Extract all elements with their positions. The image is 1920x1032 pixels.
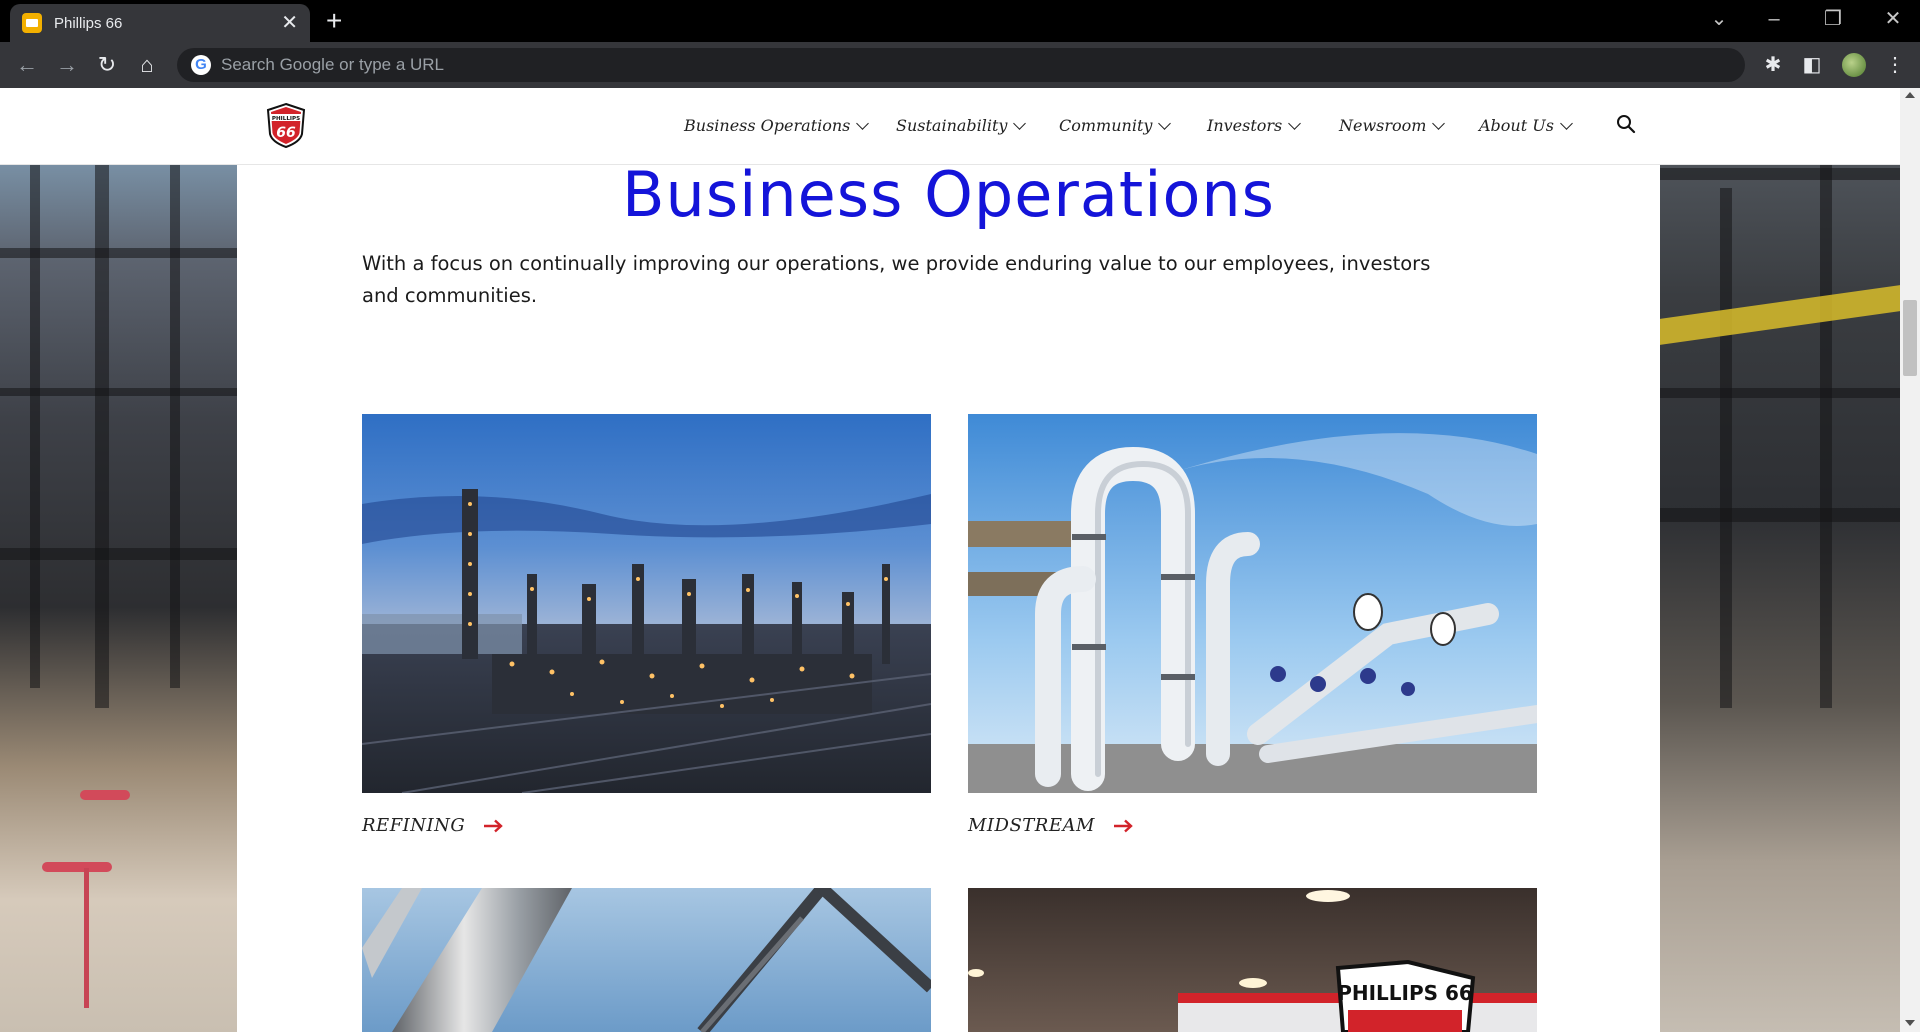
background-photo-left: [0, 88, 237, 1032]
chevron-down-icon: [1288, 116, 1302, 130]
back-icon[interactable]: ←: [12, 50, 42, 80]
nav-label: Investors: [1207, 116, 1283, 135]
refining-link[interactable]: REFINING: [362, 815, 504, 836]
restore-icon[interactable]: ❐: [1818, 6, 1848, 32]
intro-paragraph: With a focus on continually improving ou…: [362, 252, 1431, 307]
midstream-link[interactable]: MIDSTREAM: [968, 815, 1133, 836]
omnibox-placeholder: Search Google or type a URL: [221, 55, 445, 74]
refining-label: REFINING: [362, 815, 466, 836]
browser-toolbar: ← → ↻ ⌂ G Search Google or type a URL ✱ …: [0, 42, 1920, 88]
minimize-icon[interactable]: –: [1759, 6, 1789, 32]
station-sign-text: PHILLIPS 66: [1337, 981, 1473, 1005]
nav-community[interactable]: Community: [1059, 116, 1172, 135]
tab-favicon-icon: [22, 13, 42, 33]
forward-icon[interactable]: →: [52, 50, 82, 80]
svg-text:PHILLIPS: PHILLIPS: [272, 116, 300, 122]
new-tab-icon[interactable]: +: [326, 7, 342, 35]
google-icon: G: [191, 55, 211, 75]
browser-tabbar: Phillips 66 ✕ + ⌄ – ❐ ✕: [0, 0, 1920, 42]
nav-about-us[interactable]: About Us: [1479, 116, 1573, 135]
chevron-down-icon: [1158, 116, 1172, 130]
marketing-image[interactable]: PHILLIPS 66: [968, 888, 1537, 1032]
nav-label: Business Operations: [684, 116, 851, 135]
page-viewport: PHILLIPS 66 Business Operations Sustaina…: [0, 88, 1900, 1032]
site-header: PHILLIPS 66 Business Operations Sustaina…: [0, 88, 1900, 165]
phillips66-logo[interactable]: PHILLIPS 66: [263, 102, 309, 148]
scroll-up-arrow-icon[interactable]: [1905, 92, 1915, 98]
tab-search-chevron-icon[interactable]: ⌄: [1704, 6, 1734, 32]
close-window-icon[interactable]: ✕: [1878, 6, 1908, 32]
page-title: Business Operations: [622, 158, 1275, 231]
browser-tab[interactable]: Phillips 66 ✕: [10, 4, 310, 42]
arrow-right-icon: [1113, 819, 1133, 832]
reload-icon[interactable]: ↻: [92, 50, 122, 80]
page-scrollbar[interactable]: [1900, 88, 1920, 1032]
nav-label: Newsroom: [1339, 116, 1427, 135]
search-icon[interactable]: [1616, 114, 1636, 134]
midstream-image[interactable]: [968, 414, 1537, 793]
svg-text:66: 66: [276, 125, 296, 141]
extensions-icon[interactable]: ✱: [1760, 52, 1786, 78]
tab-title: Phillips 66: [54, 14, 123, 32]
omnibox[interactable]: G Search Google or type a URL: [177, 48, 1745, 82]
chevron-down-icon: [856, 116, 870, 130]
arrow-right-icon: [484, 819, 504, 832]
nav-investors[interactable]: Investors: [1207, 116, 1302, 135]
nav-label: About Us: [1479, 116, 1554, 135]
chevron-down-icon: [1560, 116, 1573, 130]
side-panel-icon[interactable]: ◧: [1799, 52, 1825, 78]
nav-label: Community: [1059, 116, 1153, 135]
close-tab-icon[interactable]: ✕: [281, 13, 298, 33]
background-photo-right: [1660, 88, 1900, 1032]
chevron-down-icon: [1432, 116, 1446, 130]
nav-sustainability[interactable]: Sustainability: [896, 116, 1027, 135]
menu-kebab-icon[interactable]: ⋮: [1882, 52, 1908, 78]
refining-image[interactable]: [362, 414, 931, 793]
chevron-down-icon: [1013, 116, 1027, 130]
scroll-thumb[interactable]: [1903, 300, 1917, 376]
midstream-label: MIDSTREAM: [968, 815, 1095, 836]
nav-newsroom[interactable]: Newsroom: [1339, 116, 1446, 135]
scroll-down-arrow-icon[interactable]: [1905, 1020, 1915, 1026]
nav-label: Sustainability: [896, 116, 1008, 135]
home-icon[interactable]: ⌂: [132, 50, 162, 80]
profile-avatar[interactable]: [1840, 51, 1868, 79]
nav-business-operations[interactable]: Business Operations: [684, 116, 870, 135]
chemicals-image[interactable]: [362, 888, 931, 1032]
